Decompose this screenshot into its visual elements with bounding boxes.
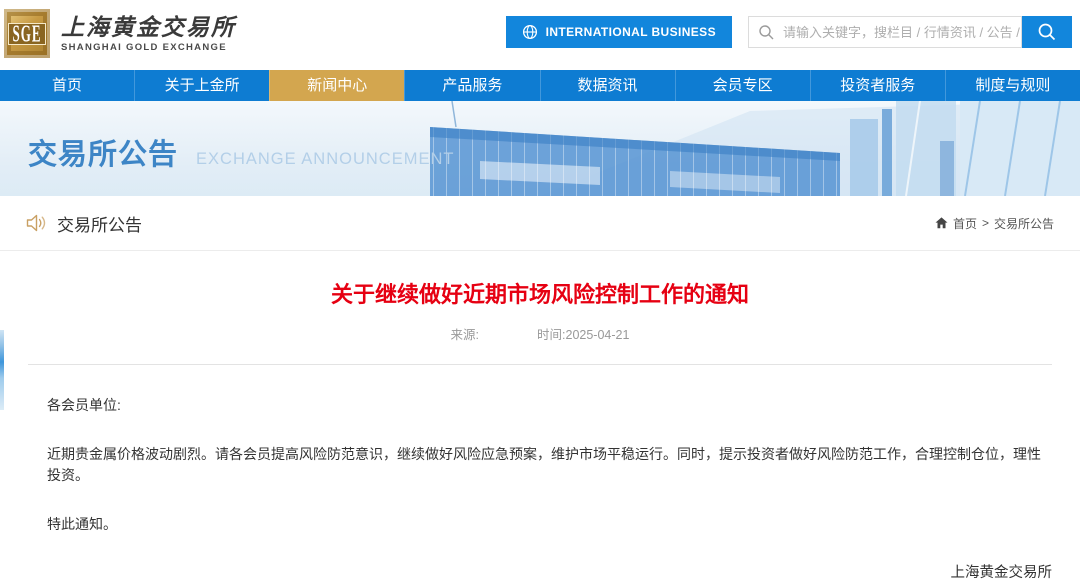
home-icon <box>935 217 948 229</box>
seal-text: SGE <box>12 19 41 49</box>
building-graphic <box>420 101 1080 196</box>
meta-time-value: 2025-04-21 <box>566 328 630 342</box>
search-bar <box>748 16 1072 48</box>
article-salutation: 各会员单位: <box>47 395 1052 416</box>
announcement-article: 关于继续做好近期市场风险控制工作的通知 来源: 时间:2025-04-21 各会… <box>0 277 1080 580</box>
article-body: 近期贵金属价格波动剧烈。请各会员提高风险防范意识，继续做好风险应急预案，维护市场… <box>47 444 1052 486</box>
breadcrumb-separator: > <box>982 216 989 230</box>
meta-divider <box>28 364 1052 365</box>
site-logo[interactable]: SGE 上海黄金交易所 SHANGHAI GOLD EXCHANGE <box>4 9 236 58</box>
nav-item-rules[interactable]: 制度与规则 <box>945 70 1080 101</box>
article-title: 关于继续做好近期市场风险控制工作的通知 <box>28 277 1052 309</box>
nav-item-about[interactable]: 关于上金所 <box>134 70 269 101</box>
breadcrumb: 首页 > 交易所公告 <box>935 215 1054 232</box>
meta-source-label: 来源: <box>451 328 479 342</box>
article-closing: 特此通知。 <box>47 514 1052 535</box>
announcement-speaker-icon <box>26 214 47 232</box>
breadcrumb-current[interactable]: 交易所公告 <box>994 215 1054 232</box>
left-edge-widget <box>0 330 4 410</box>
international-business-button[interactable]: INTERNATIONAL BUSINESS <box>506 16 732 48</box>
nav-item-investor-services[interactable]: 投资者服务 <box>810 70 945 101</box>
brand-title-en: SHANGHAI GOLD EXCHANGE <box>61 42 236 53</box>
nav-item-products[interactable]: 产品服务 <box>404 70 539 101</box>
globe-icon <box>522 24 538 40</box>
signature-org: 上海黄金交易所 <box>28 561 1052 580</box>
search-input[interactable] <box>783 25 1021 40</box>
section-title: 交易所公告 <box>57 211 142 236</box>
main-nav: 首页 关于上金所 新闻中心 产品服务 数据资讯 会员专区 投资者服务 制度与规则 <box>0 70 1080 101</box>
banner-title-en: EXCHANGE ANNOUNCEMENT <box>196 150 454 169</box>
search-submit-icon <box>1037 22 1057 42</box>
nav-item-home[interactable]: 首页 <box>0 70 134 101</box>
search-submit-button[interactable] <box>1022 16 1072 48</box>
article-meta: 来源: 时间:2025-04-21 <box>28 324 1052 343</box>
breadcrumb-home[interactable]: 首页 <box>953 215 977 232</box>
page-banner: 交易所公告 EXCHANGE ANNOUNCEMENT <box>0 101 1080 196</box>
nav-item-news-center[interactable]: 新闻中心 <box>269 70 404 101</box>
nav-item-data[interactable]: 数据资讯 <box>540 70 675 101</box>
site-header: SGE 上海黄金交易所 SHANGHAI GOLD EXCHANGE INTER… <box>0 0 1080 70</box>
section-bar: 交易所公告 首页 > 交易所公告 <box>0 196 1080 251</box>
meta-time-label: 时间: <box>537 328 565 342</box>
nav-item-members[interactable]: 会员专区 <box>675 70 810 101</box>
sge-seal-icon: SGE <box>4 9 50 58</box>
search-icon <box>758 24 775 41</box>
brand-title-cn: 上海黄金交易所 <box>61 14 236 42</box>
banner-title-cn: 交易所公告 <box>28 131 178 173</box>
international-business-label: INTERNATIONAL BUSINESS <box>546 25 716 39</box>
article-signature: 上海黄金交易所 2025年4月21日 <box>28 561 1052 580</box>
